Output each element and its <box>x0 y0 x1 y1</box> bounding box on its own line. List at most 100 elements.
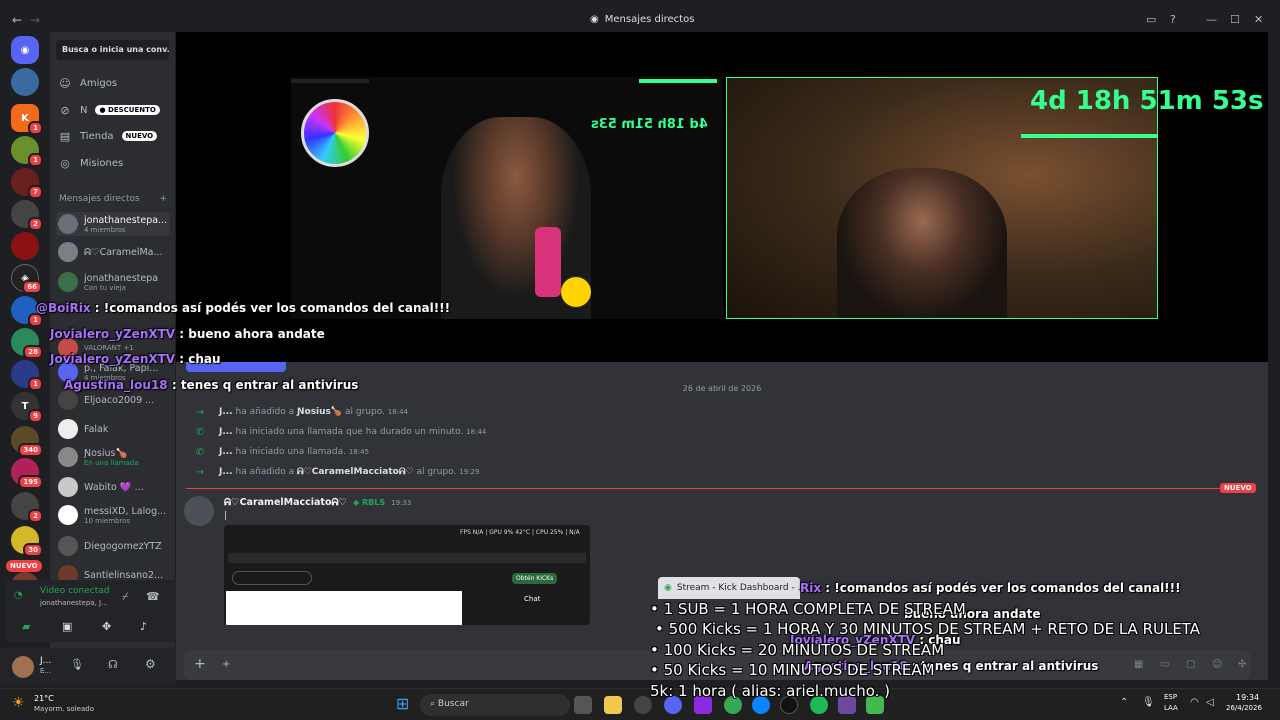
lang-layout[interactable]: LAA <box>1164 704 1178 712</box>
server-icon[interactable]: 340 <box>11 426 43 457</box>
search-input[interactable]: Busca o inicia una conv... <box>56 40 169 60</box>
kick-rule: • 1 SUB = 1 HORA COMPLETA DE STREAM <box>650 600 966 618</box>
kick-dashboard-tab[interactable]: ◉ Stream - Kick Dashboard - ... <box>658 577 800 599</box>
microphone-icon[interactable]: 🎙 <box>70 658 84 671</box>
dm-item[interactable]: Wabito 💜 ... <box>56 475 170 499</box>
server-badge: 1 <box>28 377 43 391</box>
message-author[interactable]: ᕱ♡CaramelMacciatoᕱ♡ <box>224 497 347 508</box>
clock-date[interactable]: 26/4/2026 <box>1226 704 1262 712</box>
disconnect-icon[interactable]: ☎ <box>146 590 160 603</box>
weather-temp: 21°C <box>34 694 54 703</box>
nav-shop[interactable]: ▤ Tienda NUEVO <box>58 125 170 147</box>
dm-item[interactable]: DiegogomezYTZ <box>56 534 170 558</box>
message-text: | <box>224 511 228 521</box>
avatar <box>58 242 78 262</box>
avatar[interactable] <box>12 656 34 678</box>
server-icon[interactable]: 1 <box>11 296 43 327</box>
server-badge: 1 <box>28 313 43 327</box>
apps-icon[interactable]: ✣ <box>1238 659 1246 670</box>
dm-item[interactable]: Falak <box>56 417 170 441</box>
gif-icon[interactable]: ▭ <box>1160 659 1169 670</box>
dm-name: DiegogomezYTZ <box>84 540 162 552</box>
server-icon[interactable] <box>11 232 39 260</box>
voice-title: Video conectad <box>40 586 110 596</box>
avatar <box>58 419 78 439</box>
clock-time[interactable]: 19:34 <box>1236 693 1259 702</box>
server-badge: 1 <box>28 121 43 135</box>
soundboard-icon[interactable]: ♪ <box>140 620 147 633</box>
camera-icon[interactable]: ▰ <box>22 620 30 633</box>
lang-code[interactable]: ESP <box>1164 693 1177 701</box>
tray-chevron-icon[interactable]: ⌃ <box>1120 697 1128 708</box>
server-icon[interactable]: ◈ 66 <box>11 264 42 294</box>
server-icon[interactable]: 1 <box>11 136 43 167</box>
dm-item[interactable]: ᕱ♡CaramelMa... <box>56 240 170 264</box>
activities-icon[interactable]: ✥ <box>102 620 111 633</box>
server-icon[interactable]: 30 <box>11 526 43 557</box>
discord-home-icon[interactable]: ◉ <box>11 36 39 64</box>
message-attachment-image[interactable]: FPS N/A | GPU 9% 42°C | CPU 25% | N/A Ob… <box>224 525 590 625</box>
avatar <box>58 505 78 525</box>
dm-item[interactable]: Ɲosius🍗 En una llamada <box>56 445 170 469</box>
avatar <box>58 447 78 467</box>
server-icon[interactable] <box>11 68 39 96</box>
file-explorer-icon[interactable] <box>604 696 622 714</box>
overlay-chat-user: Agustina_lou18 <box>64 378 168 392</box>
close-icon[interactable]: ✕ <box>1254 13 1263 26</box>
maximize-icon[interactable]: ☐ <box>1230 13 1240 26</box>
nav-friends[interactable]: ☺ Amigos <box>58 72 170 94</box>
voice-panel: ◔ Video conectad jonathanestepa, J... ⌿ … <box>6 580 176 642</box>
dm-sub: 10 miembros <box>84 516 131 525</box>
noise-suppression-icon[interactable]: ⌿ <box>122 590 129 604</box>
volume-icon[interactable]: ◁ <box>1206 697 1214 708</box>
help-icon[interactable]: ? <box>1170 13 1176 26</box>
timer-progress-bar <box>1021 134 1157 138</box>
server-icon[interactable]: 195 <box>11 458 43 489</box>
screen-share-icon[interactable]: ▣ <box>62 620 72 633</box>
quests-icon: ◎ <box>60 156 70 170</box>
server-icon[interactable]: 7 <box>11 168 43 199</box>
overlay-chat-text: : bueno ahora andate <box>179 327 325 341</box>
shot-chat-label: Chat <box>524 595 541 603</box>
attach-plus-icon[interactable]: + <box>194 656 206 672</box>
server-icon[interactable]: K1 <box>11 104 43 135</box>
kick-chat-user: Rix <box>800 581 822 595</box>
video-tile-left[interactable]: 4d 18h 51m 53s <box>291 77 723 319</box>
dm-item[interactable]: messiXD, Lalog... 10 miembros <box>56 503 170 527</box>
sys-target: ᕱ♡CaramelMacciatoᕱ♡ <box>296 467 414 477</box>
headphones-icon[interactable]: ☊ <box>108 658 118 671</box>
kick-chat-line: Rix : !comandos así podés ver los comand… <box>800 581 1181 595</box>
discord-window: ← → ◉ Mensajes directos ▭ ? — ☐ ✕ ◉ K1 1… <box>0 0 1280 720</box>
task-view-icon[interactable] <box>574 696 592 714</box>
server-icon[interactable]: 2 <box>11 492 43 523</box>
nav-nitro[interactable]: ⊘ N ● DESCUENTO <box>58 99 170 121</box>
back-arrow-icon[interactable]: ← <box>12 13 22 27</box>
nav-label: Tienda <box>80 130 114 142</box>
signal-icon: ◔ <box>14 590 23 601</box>
sticker-icon[interactable]: ▢ <box>1186 659 1195 670</box>
server-icon[interactable]: T9 <box>11 392 43 423</box>
server-icon[interactable]: 2 <box>11 200 43 231</box>
server-icon[interactable]: 1 <box>11 360 43 391</box>
windows-start-icon[interactable]: ⊞ <box>396 694 409 713</box>
avatar[interactable] <box>184 496 214 526</box>
nav-quests[interactable]: ◎ Misiones <box>58 152 170 174</box>
wifi-icon[interactable]: ◠ <box>1190 697 1199 708</box>
settings-gear-icon[interactable]: ⚙ <box>145 657 156 671</box>
minimize-icon[interactable]: — <box>1206 13 1217 26</box>
emoji-icon[interactable]: ☺ <box>1212 659 1222 670</box>
gift-icon[interactable]: ▦ <box>1134 659 1143 670</box>
add-dm-button[interactable]: + <box>159 194 167 204</box>
shot-searchbar <box>232 571 312 585</box>
dm-name: messiXD, Lalog... <box>84 505 167 517</box>
inbox-icon[interactable]: ▭ <box>1146 13 1156 26</box>
overlay-chat-text: : !comandos así podés ver los comandos d… <box>94 301 451 315</box>
taskbar-search[interactable]: ⌕ Buscar <box>420 694 570 716</box>
dm-item[interactable]: jonathanestepa... 4 miembros <box>56 212 170 236</box>
forward-arrow-icon[interactable]: → <box>30 13 40 27</box>
message-header: ᕱ♡CaramelMacciatoᕱ♡ ◆ RBLS 19:33 <box>224 497 411 508</box>
server-icon[interactable]: 28 <box>11 328 43 359</box>
dm-item[interactable]: jonathanestepa Con tu vieja <box>56 270 170 294</box>
tray-mic-icon[interactable]: 🎙 <box>1142 697 1155 708</box>
top-bar <box>291 79 369 83</box>
